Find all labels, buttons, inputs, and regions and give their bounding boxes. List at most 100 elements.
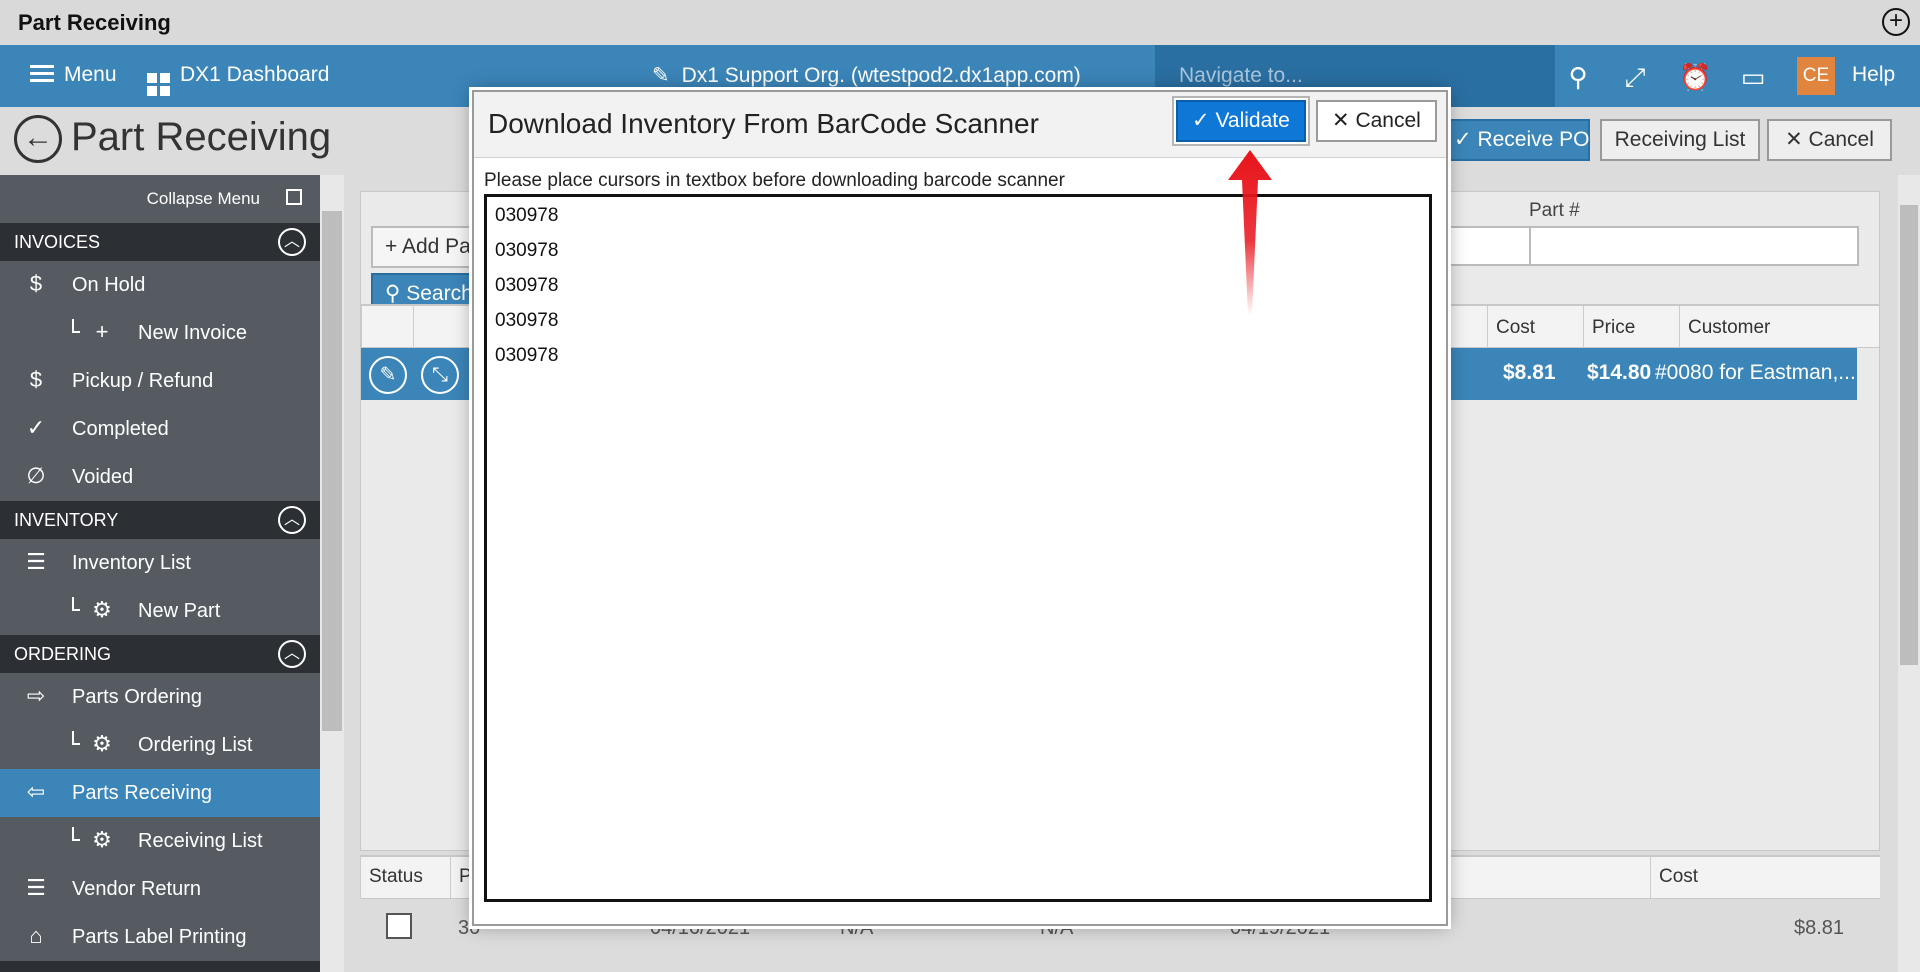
org-selector[interactable]: ✎ Dx1 Support Org. (wtestpod2.dx1app.com) xyxy=(652,63,1081,88)
grid-col-cost[interactable]: Cost xyxy=(1487,306,1583,348)
menu-button[interactable]: Menu xyxy=(30,63,117,87)
sidebar-item-completed[interactable]: ✓ Completed xyxy=(0,405,320,453)
void-icon: ∅ xyxy=(26,463,46,488)
chevron-up-icon[interactable]: ︿ xyxy=(278,228,306,256)
collapse-menu-button[interactable]: Collapse Menu xyxy=(0,175,320,223)
dialog-header: Download Inventory From BarCode Scanner … xyxy=(474,92,1446,158)
sidebar-item-new-part[interactable]: ⚙ New Part xyxy=(0,587,320,635)
grid2-col-status[interactable]: Status xyxy=(360,857,450,899)
plus-icon: + xyxy=(95,319,109,344)
back-arrow-icon[interactable]: ← xyxy=(14,115,62,163)
dialog-cancel-label: Cancel xyxy=(1355,109,1421,132)
add-tab-button[interactable]: + xyxy=(1882,8,1910,36)
sidebar-item-parts-label-printing[interactable]: ⌂ Parts Label Printing xyxy=(0,913,320,961)
dialog-title: Download Inventory From BarCode Scanner xyxy=(488,108,1039,139)
section-inventory[interactable]: INVENTORY ︿ xyxy=(0,501,320,539)
row-customer: #0080 for Eastman,... xyxy=(1655,361,1856,384)
tree-connector xyxy=(72,827,80,841)
sidebar-item-label: Parts Ordering xyxy=(72,686,203,708)
sidebar-item-label: Inventory List xyxy=(72,552,191,574)
list-icon: ☰ xyxy=(26,549,46,574)
edit-icon[interactable]: ✎ xyxy=(369,356,407,394)
scanned-line: 030978 xyxy=(495,345,559,366)
sidebar-item-label: Ordering List xyxy=(138,734,253,756)
barcode-download-dialog: Download Inventory From BarCode Scanner … xyxy=(472,90,1448,926)
part-number-input[interactable] xyxy=(1529,226,1859,266)
grid-col-price[interactable]: Price xyxy=(1583,306,1679,348)
barcode-textarea[interactable]: 030978 030978 030978 030978 030978 xyxy=(484,194,1432,902)
collapse-icon xyxy=(286,189,302,205)
row-cost: $8.81 xyxy=(1503,361,1556,384)
gear-icon: ⚙ xyxy=(92,597,112,622)
receive-po-button[interactable]: ✓ Receive PO xyxy=(1440,119,1590,161)
page-title: Part Receiving xyxy=(71,115,332,159)
menu-label: Menu xyxy=(64,63,117,86)
page-scrollbar[interactable] xyxy=(1898,175,1920,972)
sidebar-item-voided[interactable]: ∅ Voided xyxy=(0,453,320,501)
sidebar-scrollbar[interactable] xyxy=(320,175,344,972)
sidebar-item-label: Completed xyxy=(72,418,169,440)
section-next xyxy=(0,961,320,972)
sidebar-item-label: New Invoice xyxy=(138,322,247,344)
validate-button[interactable]: ✓ Validate xyxy=(1176,100,1306,142)
add-part-button[interactable]: + Add Pa xyxy=(371,226,481,268)
sidebar-item-label: On Hold xyxy=(72,274,146,296)
sidebar-item-new-invoice[interactable]: + New Invoice xyxy=(0,309,320,357)
sidebar: Collapse Menu INVOICES ︿ $ On Hold + New… xyxy=(0,175,320,972)
sidebar-item-label: Receiving List xyxy=(138,830,263,852)
scrollbar-thumb[interactable] xyxy=(322,211,342,731)
sidebar-item-label: New Part xyxy=(138,600,221,622)
chevron-up-icon[interactable]: ︿ xyxy=(278,506,306,534)
sidebar-item-parts-ordering[interactable]: ⇨ Parts Ordering xyxy=(0,673,320,721)
sidebar-item-parts-receiving[interactable]: ⇦ Parts Receiving xyxy=(0,769,320,817)
sidebar-item-inventory-list[interactable]: ☰ Inventory List xyxy=(0,539,320,587)
grid-col-action xyxy=(413,306,465,348)
sidebar-item-ordering-list[interactable]: ⚙ Ordering List xyxy=(0,721,320,769)
sidebar-item-label: Pickup / Refund xyxy=(72,370,214,392)
grid2-col-cost[interactable]: Cost xyxy=(1650,857,1880,899)
refund-icon: $ xyxy=(29,367,43,392)
import-icon: ⇦ xyxy=(26,779,46,804)
sidebar-item-vendor-return[interactable]: ☰ Vendor Return xyxy=(0,865,320,913)
sidebar-item-label: Voided xyxy=(72,466,134,488)
sidebar-item-label: Vendor Return xyxy=(72,878,201,900)
grid-col-customer[interactable]: Customer xyxy=(1679,306,1879,348)
red-arrow-annotation xyxy=(1228,150,1272,315)
gear-icon: ⚙ xyxy=(92,827,112,852)
receive-po-label: Receive PO xyxy=(1477,128,1590,151)
sidebar-item-on-hold[interactable]: $ On Hold xyxy=(0,261,320,309)
alarm-clock-icon[interactable]: ⏰ xyxy=(1679,62,1711,92)
expand-icon[interactable]: ⤢ xyxy=(1620,62,1650,92)
sidebar-item-pickup-refund[interactable]: $ Pickup / Refund xyxy=(0,357,320,405)
help-link[interactable]: Help xyxy=(1852,63,1895,87)
dialog-cancel-button[interactable]: ✕ Cancel xyxy=(1316,100,1437,142)
chat-icon[interactable]: ▭ xyxy=(1738,62,1768,92)
scanned-line: 030978 xyxy=(495,310,559,331)
gear-icon: ⚙ xyxy=(92,731,112,756)
header-cancel-button[interactable]: ✕ Cancel xyxy=(1767,119,1892,161)
section-invoices-label: INVOICES xyxy=(14,232,101,252)
dialog-instruction: Please place cursors in textbox before d… xyxy=(484,170,1065,191)
chevron-up-icon[interactable]: ︿ xyxy=(278,640,306,668)
receiving-list-button[interactable]: Receiving List xyxy=(1600,119,1760,161)
collapse-menu-label: Collapse Menu xyxy=(146,189,260,208)
dashboard-icon xyxy=(147,73,170,96)
scrollbar-thumb[interactable] xyxy=(1900,205,1918,665)
check-icon: ✓ xyxy=(26,415,46,440)
org-label: Dx1 Support Org. (wtestpod2.dx1app.com) xyxy=(681,64,1081,87)
part-number-label: Part # xyxy=(1529,200,1580,221)
section-ordering-label: ORDERING xyxy=(14,644,112,664)
user-avatar[interactable]: CE xyxy=(1797,57,1835,95)
search-label: Search xyxy=(406,282,473,305)
app-title: Part Receiving xyxy=(18,10,171,35)
row-checkbox[interactable] xyxy=(386,913,412,939)
dashboard-button[interactable]: DX1 Dashboard xyxy=(147,63,329,96)
section-ordering[interactable]: ORDERING ︿ xyxy=(0,635,320,673)
search-icon[interactable]: ⚲ xyxy=(1563,62,1593,92)
row-price: $14.80 xyxy=(1587,361,1652,384)
collapse-arrows-icon[interactable]: ⤡ xyxy=(421,356,459,394)
sidebar-item-receiving-list[interactable]: ⚙ Receiving List xyxy=(0,817,320,865)
sidebar-item-label: Parts Label Printing xyxy=(72,926,247,948)
label-icon: ⌂ xyxy=(29,923,43,948)
section-invoices[interactable]: INVOICES ︿ xyxy=(0,223,320,261)
